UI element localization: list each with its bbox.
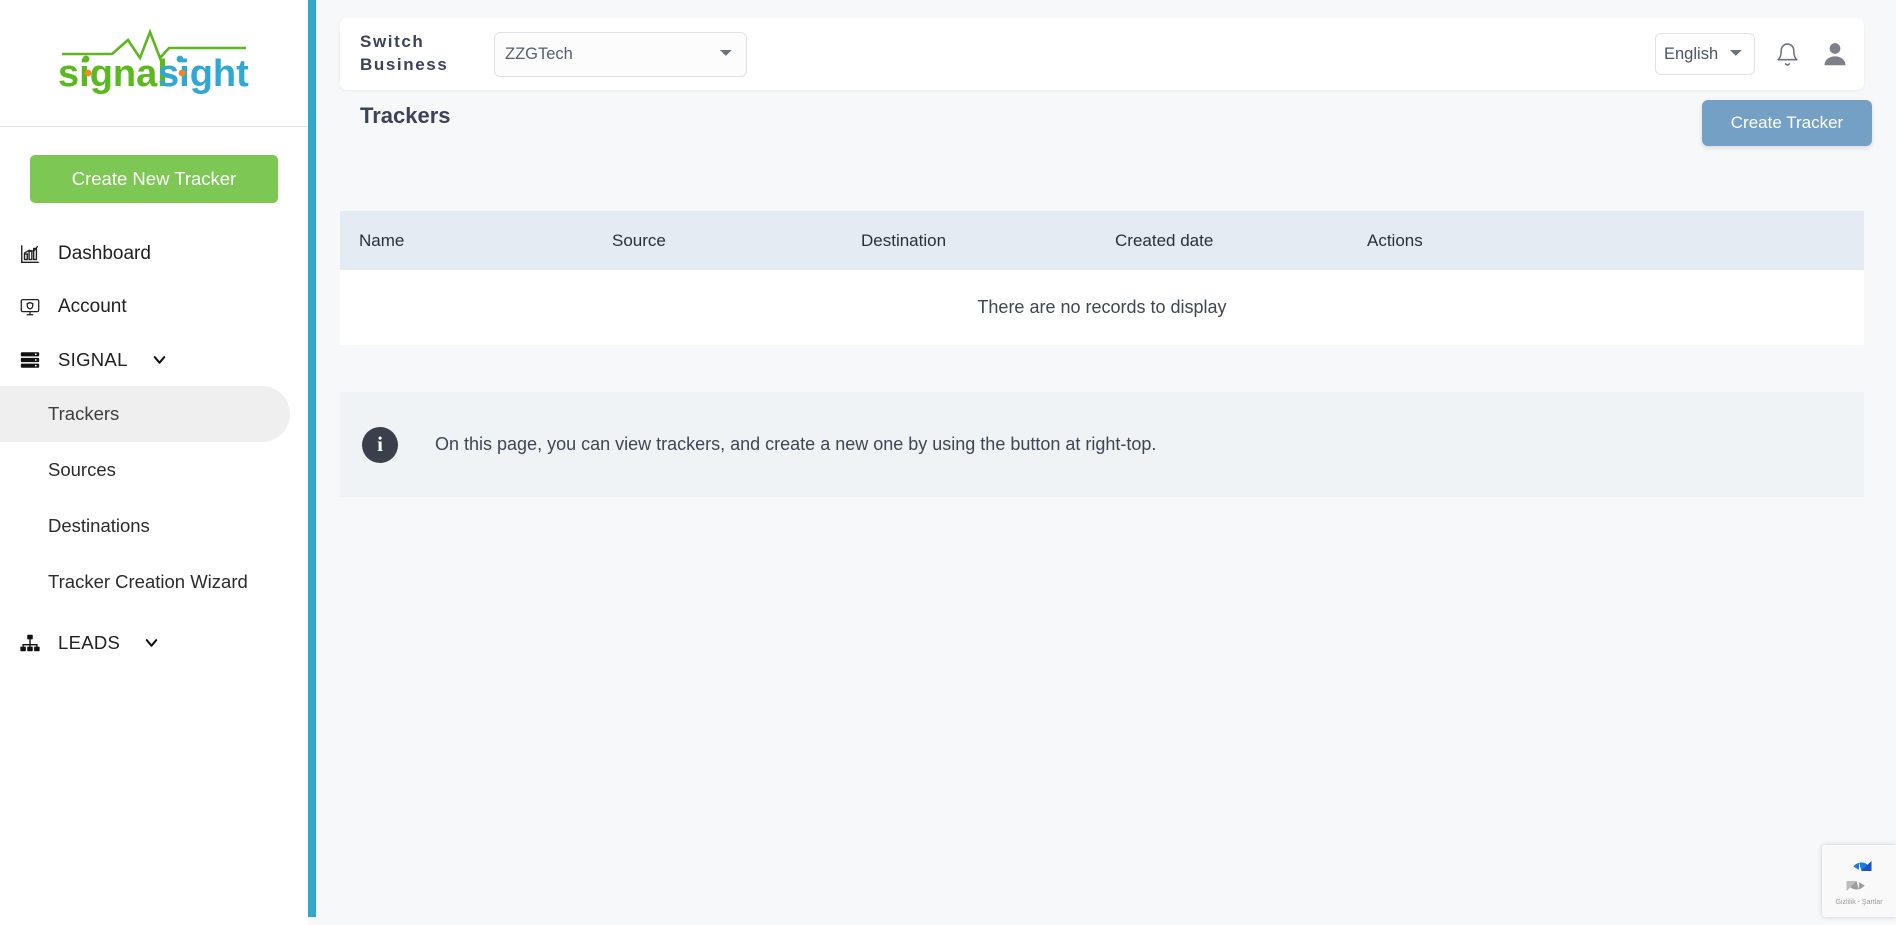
sidebar-item-dashboard[interactable]: Dashboard bbox=[0, 227, 308, 280]
monitor-shield-icon bbox=[16, 295, 44, 319]
signalsight-logo-icon: signal sight bbox=[58, 28, 249, 95]
sidebar-accent-strip bbox=[308, 0, 316, 917]
sidebar-item-destinations[interactable]: Destinations bbox=[0, 498, 290, 554]
info-banner-text: On this page, you can view trackers, and… bbox=[435, 434, 1157, 454]
sidebar-item-label: Tracker Creation Wizard bbox=[48, 571, 248, 592]
bell-icon[interactable] bbox=[1775, 42, 1800, 67]
sidebar-item-account[interactable]: Account bbox=[0, 280, 308, 333]
sidebar-item-trackers[interactable]: Trackers bbox=[0, 386, 290, 442]
page-title: Trackers bbox=[360, 103, 451, 128]
main-content: Switch Business ZZGTech English Trackers… bbox=[316, 0, 1896, 925]
table-empty-message: There are no records to display bbox=[340, 270, 1864, 345]
column-header-name: Name bbox=[359, 230, 405, 250]
chevron-down-icon[interactable] bbox=[150, 350, 169, 369]
chevron-down-icon[interactable] bbox=[142, 633, 161, 652]
server-stack-icon bbox=[16, 348, 44, 372]
app-root: signal sight Create New Tracker Dashboar… bbox=[0, 0, 1896, 925]
sidebar-item-label: Account bbox=[58, 295, 127, 317]
sidebar-item-label: Trackers bbox=[48, 403, 120, 424]
sidebar-item-label: Dashboard bbox=[58, 242, 151, 264]
sidebar-group-label: SIGNAL bbox=[58, 348, 128, 370]
user-avatar-icon[interactable] bbox=[1820, 39, 1850, 69]
sidebar-group-signal[interactable]: SIGNAL bbox=[0, 333, 308, 386]
recaptcha-icon bbox=[1846, 861, 1872, 891]
sidebar-item-tracker-creation-wizard[interactable]: Tracker Creation Wizard bbox=[0, 554, 290, 610]
column-header-source: Source bbox=[612, 230, 666, 250]
switch-business-label: Switch Business bbox=[360, 32, 449, 74]
brand-logo[interactable]: signal sight bbox=[0, 0, 308, 127]
sidebar-item-sources[interactable]: Sources bbox=[0, 442, 290, 498]
info-banner: i On this page, you can view trackers, a… bbox=[340, 392, 1864, 497]
sidebar-nav: Dashboard Account SIGNAL Trackers Source… bbox=[0, 227, 308, 669]
column-header-destination: Destination bbox=[861, 230, 947, 250]
header-actions: English bbox=[1655, 33, 1850, 75]
top-header-card: Switch Business ZZGTech English bbox=[340, 18, 1864, 90]
svg-text:sight: sight bbox=[158, 53, 249, 95]
sidebar-group-label: LEADS bbox=[58, 631, 121, 653]
language-select[interactable]: English bbox=[1655, 33, 1755, 75]
trackers-table: Name Source Destination Created date Act… bbox=[340, 211, 1864, 345]
table-header-row: Name Source Destination Created date Act… bbox=[340, 211, 1864, 270]
bar-chart-icon bbox=[16, 242, 44, 266]
recaptcha-badge[interactable]: Gizlilik - Şartlar bbox=[1822, 845, 1896, 917]
business-select[interactable]: ZZGTech bbox=[494, 31, 747, 77]
sidebar-item-label: Sources bbox=[48, 459, 116, 480]
recaptcha-label[interactable]: Gizlilik - Şartlar bbox=[1835, 899, 1882, 906]
create-new-tracker-button[interactable]: Create New Tracker bbox=[30, 155, 278, 203]
sidebar: signal sight Create New Tracker Dashboar… bbox=[0, 0, 308, 925]
info-circle-icon: i bbox=[362, 426, 398, 463]
sidebar-group-leads[interactable]: LEADS bbox=[0, 616, 308, 669]
column-header-created-date: Created date bbox=[1115, 230, 1214, 250]
sitemap-icon bbox=[16, 631, 44, 655]
sidebar-item-label: Destinations bbox=[48, 515, 150, 536]
create-tracker-button[interactable]: Create Tracker bbox=[1702, 100, 1872, 146]
column-header-actions: Actions bbox=[1367, 230, 1423, 250]
svg-text:signal: signal bbox=[58, 53, 168, 95]
